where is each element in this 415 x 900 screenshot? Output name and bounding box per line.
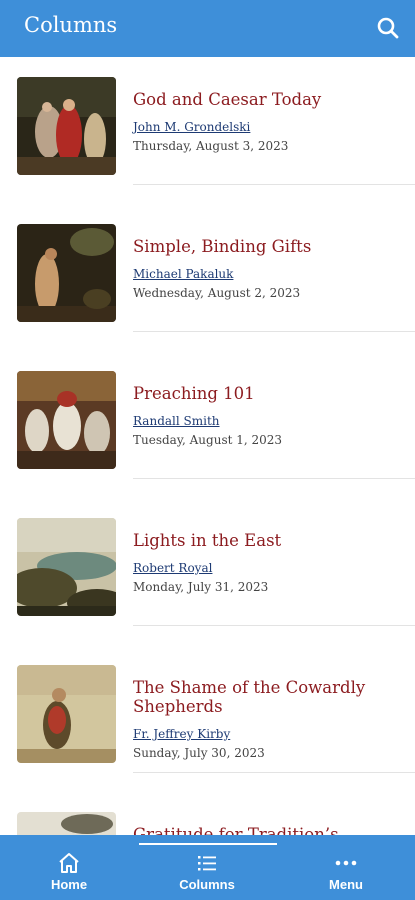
- article-thumbnail[interactable]: [17, 77, 116, 175]
- article-thumbnail[interactable]: [17, 371, 116, 469]
- author-link[interactable]: Randall Smith: [133, 414, 220, 428]
- list-item[interactable]: Gratitude for Tradition’s: [0, 792, 415, 835]
- author-link[interactable]: Fr. Jeffrey Kirby: [133, 727, 230, 741]
- article-title[interactable]: God and Caesar Today: [133, 90, 405, 109]
- article-list: God and Caesar Today John M. Grondelski …: [0, 57, 415, 835]
- article-date: Monday, July 31, 2023: [133, 580, 269, 594]
- article-info: Preaching 101 Randall Smith Tuesday, Aug…: [133, 384, 405, 447]
- divider: [133, 184, 415, 185]
- list-item[interactable]: The Shame of the Cowardly Shepherds Fr. …: [0, 645, 415, 792]
- article-info: Lights in the East Robert Royal Monday, …: [133, 531, 405, 594]
- article-thumbnail[interactable]: [17, 224, 116, 322]
- article-info: God and Caesar Today John M. Grondelski …: [133, 90, 405, 153]
- article-title[interactable]: The Shame of the Cowardly Shepherds: [133, 678, 405, 716]
- article-title[interactable]: Simple, Binding Gifts: [133, 237, 405, 256]
- search-icon[interactable]: [375, 15, 401, 41]
- nav-menu[interactable]: Menu: [277, 835, 415, 900]
- nav-columns-label: Columns: [179, 877, 235, 892]
- article-info: Gratitude for Tradition’s: [133, 825, 405, 835]
- list-item[interactable]: Lights in the East Robert Royal Monday, …: [0, 498, 415, 645]
- divider: [133, 478, 415, 479]
- home-icon: [57, 852, 81, 874]
- divider: [133, 331, 415, 332]
- article-thumbnail[interactable]: [17, 518, 116, 616]
- list-item[interactable]: God and Caesar Today John M. Grondelski …: [0, 57, 415, 204]
- article-info: The Shame of the Cowardly Shepherds Fr. …: [133, 678, 405, 760]
- bottom-navigation: Home Columns Menu: [0, 835, 415, 900]
- divider: [133, 772, 415, 773]
- author-link[interactable]: Robert Royal: [133, 561, 212, 575]
- article-thumbnail[interactable]: [17, 665, 116, 763]
- article-title[interactable]: Preaching 101: [133, 384, 405, 403]
- nav-home[interactable]: Home: [0, 835, 138, 900]
- nav-home-label: Home: [50, 877, 88, 892]
- divider: [133, 625, 415, 626]
- article-date: Tuesday, August 1, 2023: [133, 433, 283, 447]
- list-item[interactable]: Simple, Binding Gifts Michael Pakaluk We…: [0, 204, 415, 351]
- article-title[interactable]: Gratitude for Tradition’s: [133, 825, 405, 835]
- article-date: Thursday, August 3, 2023: [133, 139, 289, 153]
- article-date: Wednesday, August 2, 2023: [133, 286, 301, 300]
- nav-menu-label: Menu: [329, 877, 363, 892]
- author-link[interactable]: John M. Grondelski: [133, 120, 250, 134]
- article-thumbnail[interactable]: [17, 812, 116, 835]
- list-icon: [195, 852, 219, 874]
- list-item[interactable]: Preaching 101 Randall Smith Tuesday, Aug…: [0, 351, 415, 498]
- author-link[interactable]: Michael Pakaluk: [133, 267, 233, 281]
- article-title[interactable]: Lights in the East: [133, 531, 405, 550]
- article-info: Simple, Binding Gifts Michael Pakaluk We…: [133, 237, 405, 300]
- page-title: Columns: [24, 13, 118, 37]
- nav-columns[interactable]: Columns: [138, 835, 276, 900]
- app-bar: Columns: [0, 0, 415, 57]
- more-dots-icon: [334, 852, 358, 874]
- article-date: Sunday, July 30, 2023: [133, 746, 265, 760]
